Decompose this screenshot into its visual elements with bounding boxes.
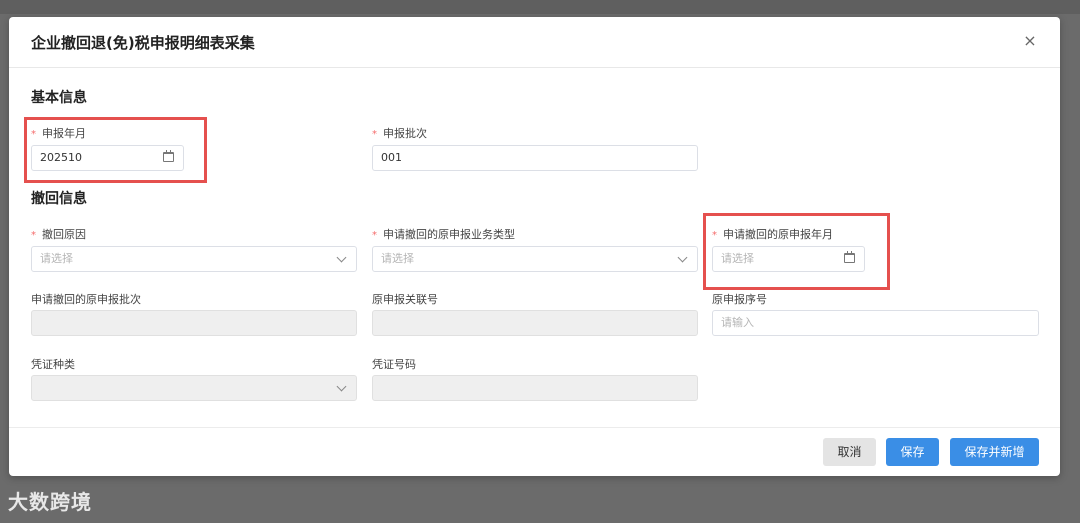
label-original-report-month: * 申请撤回的原申报年月 — [712, 228, 833, 241]
report-month-value: 202510 — [40, 151, 82, 164]
voucher-number-input — [372, 375, 698, 401]
label-report-month: * 申报年月 — [31, 127, 86, 140]
footer-divider — [9, 427, 1060, 428]
dialog-title: 企业撤回退(免)税申报明细表采集 — [31, 34, 255, 52]
label-voucher-type: 凭证种类 — [31, 358, 75, 371]
save-button[interactable]: 保存 — [886, 438, 939, 466]
label-original-business-type: * 申请撤回的原申报业务类型 — [372, 228, 515, 241]
original-serial-no-input[interactable]: 请输入 — [712, 310, 1039, 336]
section-title-basic: 基本信息 — [31, 90, 87, 106]
required-mark: * — [31, 129, 36, 140]
label-original-serial-no: 原申报序号 — [712, 293, 767, 306]
withdraw-reason-select[interactable]: 请选择 — [31, 246, 357, 272]
label-voucher-number: 凭证号码 — [372, 358, 416, 371]
voucher-type-select — [31, 375, 357, 401]
label-withdraw-reason: * 撤回原因 — [31, 228, 86, 241]
calendar-icon — [844, 251, 855, 263]
original-business-type-select[interactable]: 请选择 — [372, 246, 698, 272]
label-report-batch: * 申报批次 — [372, 127, 427, 140]
original-report-batch-input — [31, 310, 357, 336]
original-serial-no-placeholder: 请输入 — [721, 316, 754, 329]
original-report-month-picker[interactable]: 请选择 — [712, 246, 865, 272]
save-and-new-button[interactable]: 保存并新增 — [950, 438, 1039, 466]
report-batch-input[interactable]: 001 — [372, 145, 698, 171]
chevron-down-icon — [336, 252, 347, 263]
report-month-picker[interactable]: 202510 — [31, 145, 184, 171]
withdraw-reason-placeholder: 请选择 — [40, 252, 73, 265]
close-icon[interactable]: × — [1020, 31, 1040, 51]
required-mark: * — [31, 230, 36, 241]
required-mark: * — [372, 230, 377, 241]
watermark-logo: 大数跨境 — [8, 490, 92, 514]
dialog-header: 企业撤回退(免)税申报明细表采集 × — [9, 17, 1060, 68]
required-mark: * — [372, 129, 377, 140]
original-link-no-input — [372, 310, 698, 336]
label-original-report-batch: 申请撤回的原申报批次 — [31, 293, 141, 306]
chevron-down-icon — [336, 381, 347, 392]
original-business-type-placeholder: 请选择 — [381, 252, 414, 265]
calendar-icon — [163, 150, 174, 162]
cancel-button[interactable]: 取消 — [823, 438, 876, 466]
dialog: 企业撤回退(免)税申报明细表采集 × 基本信息 * 申报年月 202510 * 申报… — [9, 17, 1060, 476]
required-mark: * — [712, 230, 717, 241]
backdrop — [0, 0, 1080, 14]
report-batch-value: 001 — [381, 151, 402, 164]
chevron-down-icon — [677, 252, 688, 263]
section-title-withdraw: 撤回信息 — [31, 191, 87, 207]
label-original-link-no: 原申报关联号 — [372, 293, 438, 306]
original-report-month-placeholder: 请选择 — [721, 252, 754, 265]
